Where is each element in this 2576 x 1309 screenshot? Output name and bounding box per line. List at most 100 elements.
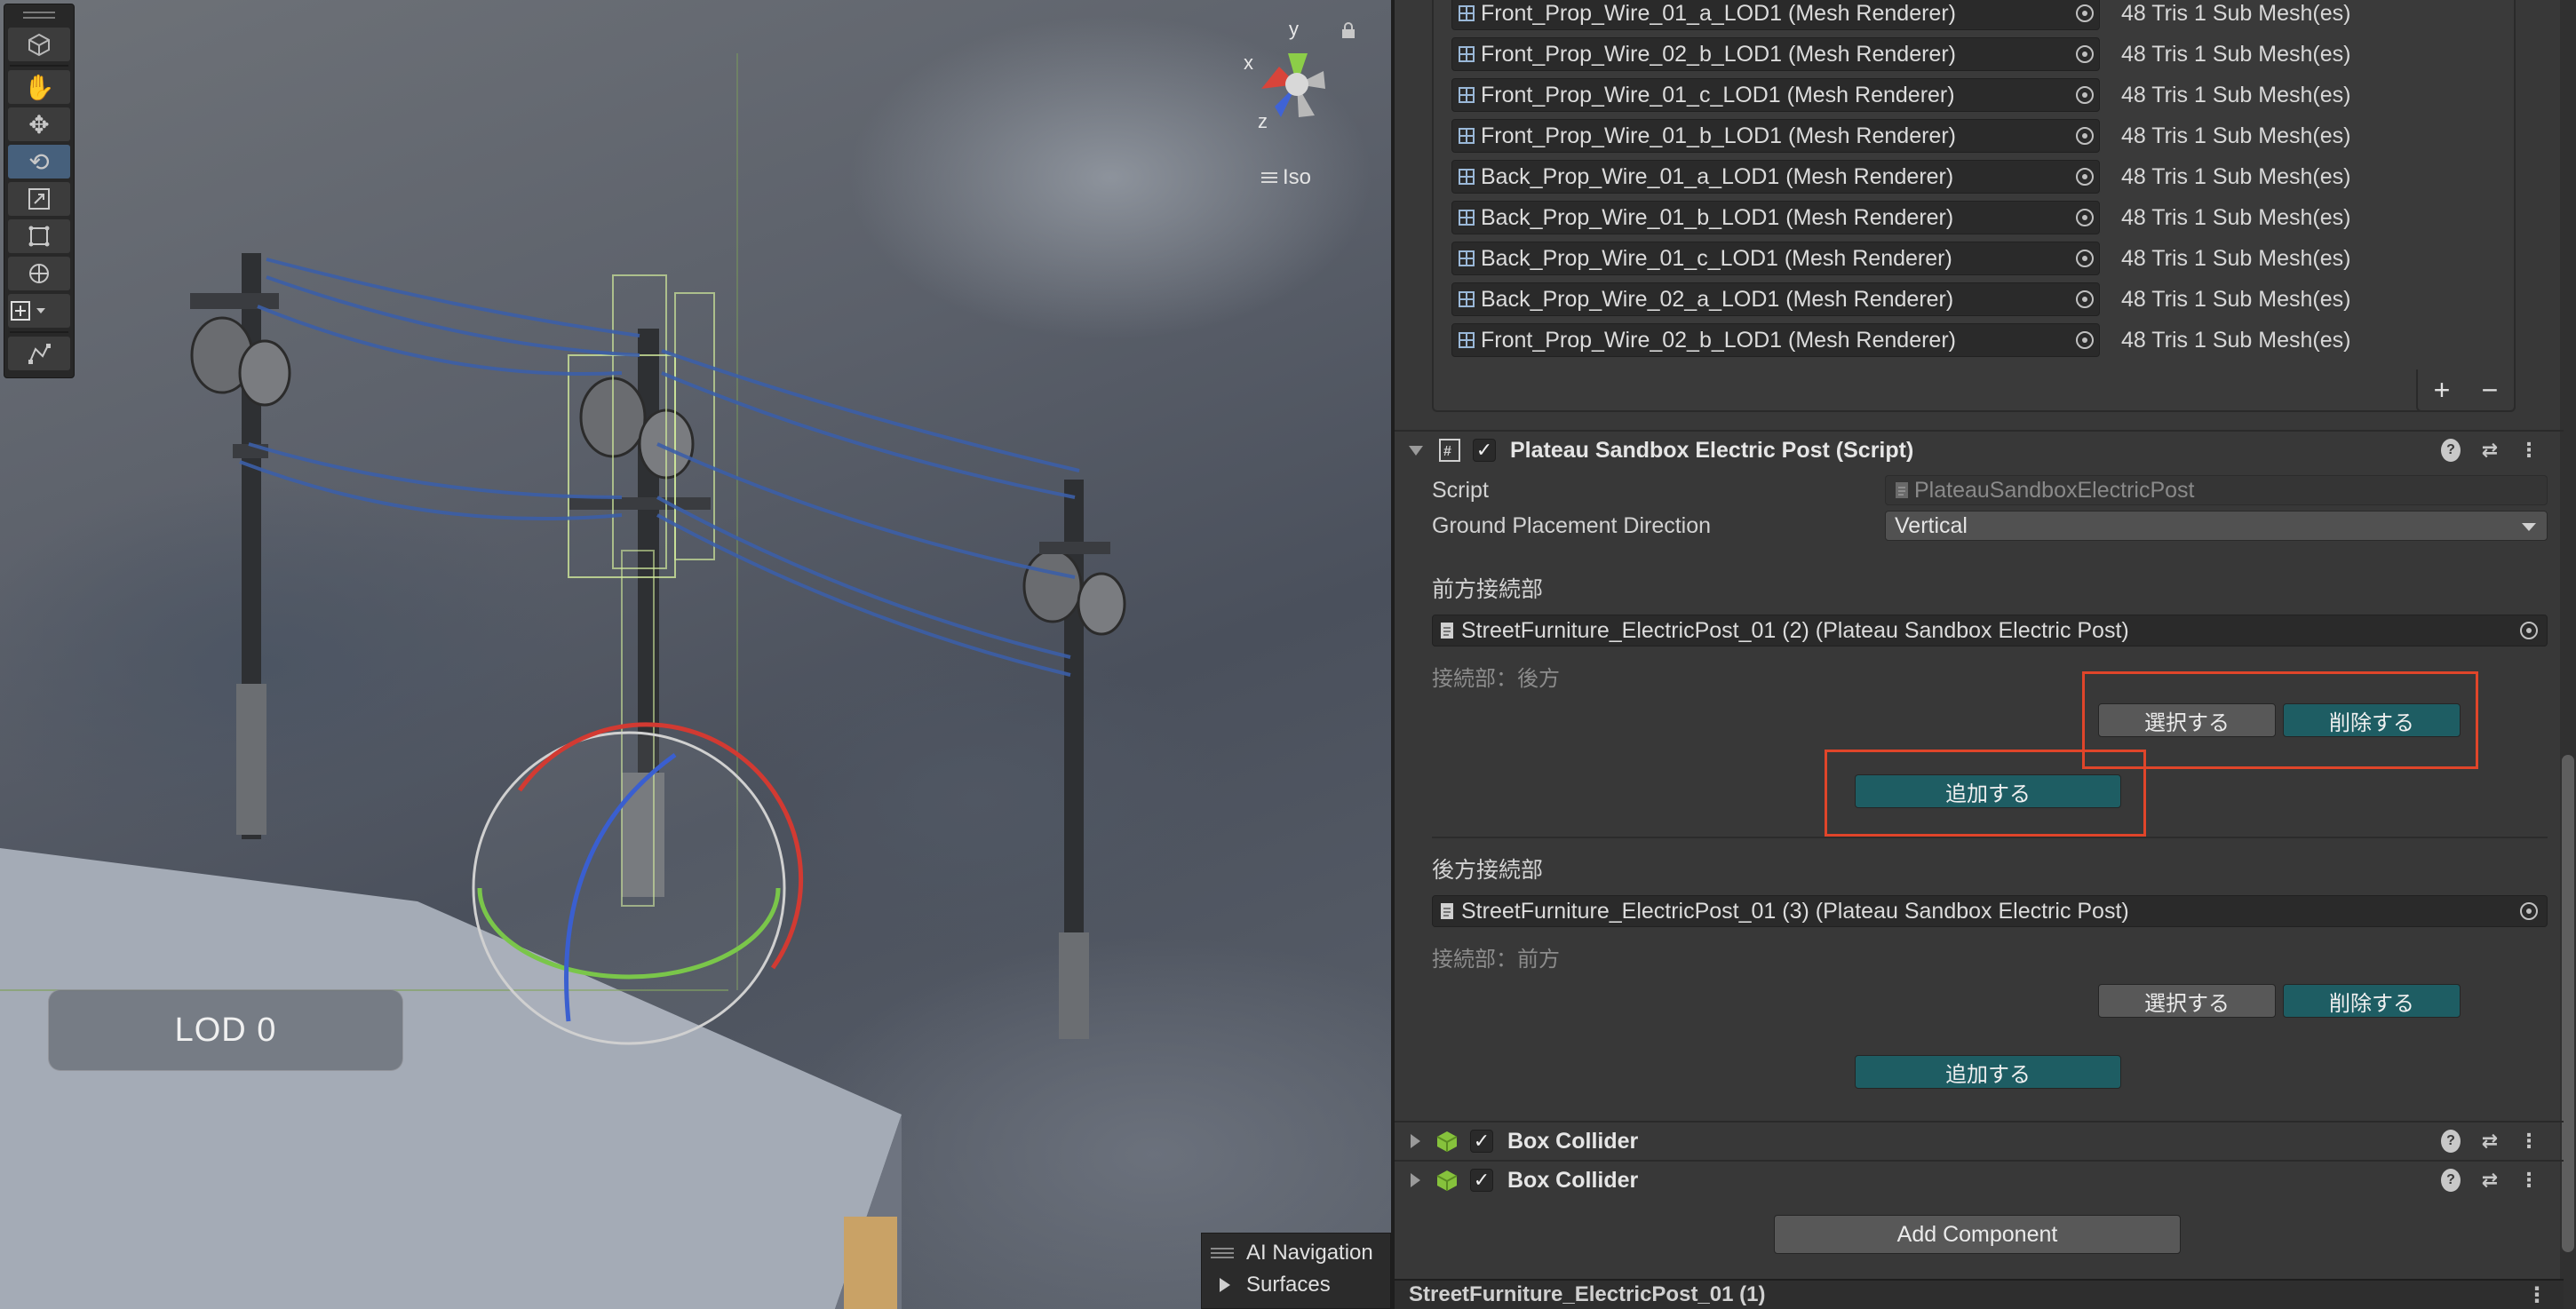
highlight-add bbox=[1825, 750, 2146, 837]
component-title: Box Collider bbox=[1507, 1128, 1639, 1154]
renderer-field[interactable]: Back_Prop_Wire_01_c_LOD1 (Mesh Renderer) bbox=[1451, 242, 2100, 275]
foldout-open-icon[interactable] bbox=[1409, 445, 1423, 456]
renderer-name: Front_Prop_Wire_01_c_LOD1 (Mesh Renderer… bbox=[1481, 82, 1955, 107]
kebab-menu-icon[interactable]: ⋮ bbox=[2519, 1130, 2539, 1153]
list-item[interactable]: Back_Prop_Wire_01_c_LOD1 (Mesh Renderer)… bbox=[1451, 241, 2350, 276]
kebab-menu-icon[interactable]: ⋮ bbox=[2519, 1169, 2539, 1192]
back-delete-button[interactable]: 削除する bbox=[2283, 984, 2461, 1018]
renderer-field[interactable]: Back_Prop_Wire_01_a_LOD1 (Mesh Renderer) bbox=[1451, 160, 2100, 194]
list-item[interactable]: Front_Prop_Wire_01_b_LOD1 (Mesh Renderer… bbox=[1451, 118, 2350, 154]
front-connection-field[interactable]: StreetFurniture_ElectricPost_01 (2) (Pla… bbox=[1432, 615, 2548, 647]
renderer-field[interactable]: Front_Prop_Wire_01_c_LOD1 (Mesh Renderer… bbox=[1451, 78, 2100, 112]
back-select-button[interactable]: 選択する bbox=[2098, 984, 2276, 1018]
remove-item-button[interactable]: − bbox=[2482, 374, 2499, 407]
component-enabled-checkbox[interactable]: ✓ bbox=[1473, 439, 1496, 462]
renderer-field[interactable]: Front_Prop_Wire_01_b_LOD1 (Mesh Renderer… bbox=[1451, 119, 2100, 153]
scene-view[interactable]: ✋ ✥ ⟲ x y z Iso LOD 0 AI Navigation Surf… bbox=[0, 0, 1391, 1309]
view-tool-button[interactable] bbox=[8, 28, 70, 61]
preset-icon[interactable]: ⇄ bbox=[2480, 439, 2500, 462]
list-item[interactable]: Front_Prop_Wire_02_b_LOD1 (Mesh Renderer… bbox=[1451, 36, 2350, 72]
gizmo-x-label: x bbox=[1244, 52, 1253, 74]
renderer-field[interactable]: Front_Prop_Wire_02_b_LOD1 (Mesh Renderer… bbox=[1451, 37, 2100, 71]
add-item-button[interactable]: + bbox=[2434, 374, 2451, 407]
kebab-menu-icon[interactable]: ⋮ bbox=[2519, 439, 2539, 462]
component-header-icons: ? ⇄ ⋮ bbox=[2441, 439, 2539, 462]
renderer-name: Back_Prop_Wire_01_a_LOD1 (Mesh Renderer) bbox=[1481, 163, 1954, 189]
object-picker-icon[interactable] bbox=[2076, 209, 2094, 226]
object-picker-icon[interactable] bbox=[2076, 45, 2094, 63]
cube-icon bbox=[28, 33, 50, 57]
component-enabled-checkbox[interactable]: ✓ bbox=[1470, 1130, 1493, 1153]
foldout-closed-icon[interactable] bbox=[1411, 1134, 1420, 1148]
add-component-button[interactable]: Add Component bbox=[1774, 1215, 2181, 1254]
help-icon[interactable]: ? bbox=[2441, 1169, 2461, 1192]
renderer-name: Front_Prop_Wire_01_b_LOD1 (Mesh Renderer… bbox=[1481, 123, 1956, 148]
object-picker-icon[interactable] bbox=[2076, 127, 2094, 145]
list-item[interactable]: Front_Prop_Wire_01_c_LOD1 (Mesh Renderer… bbox=[1451, 77, 2350, 113]
electric-post-component-header[interactable]: # ✓ Plateau Sandbox Electric Post (Scrip… bbox=[1395, 430, 2564, 469]
component-reference-icon bbox=[1441, 903, 1453, 919]
list-item[interactable]: Back_Prop_Wire_01_a_LOD1 (Mesh Renderer)… bbox=[1451, 159, 2350, 194]
object-picker-icon[interactable] bbox=[2076, 86, 2094, 104]
overlay-surfaces-row[interactable]: Surfaces bbox=[1211, 1269, 1381, 1301]
preset-icon[interactable]: ⇄ bbox=[2480, 1169, 2500, 1192]
script-icon: # bbox=[1437, 438, 1462, 463]
scale-tool-button[interactable] bbox=[8, 182, 70, 216]
box-collider-header-2[interactable]: ✓ Box Collider ? ⇄ ⋮ bbox=[1395, 1160, 2564, 1199]
gizmo-y-label: y bbox=[1289, 18, 1299, 40]
overlay-title-row[interactable]: AI Navigation bbox=[1211, 1237, 1381, 1269]
help-icon[interactable]: ? bbox=[2441, 1130, 2461, 1153]
list-item[interactable]: Back_Prop_Wire_01_b_LOD1 (Mesh Renderer)… bbox=[1451, 200, 2350, 235]
component-enabled-checkbox[interactable]: ✓ bbox=[1470, 1169, 1493, 1192]
mesh-renderer-icon bbox=[1459, 332, 1475, 348]
renderer-name: Back_Prop_Wire_02_a_LOD1 (Mesh Renderer) bbox=[1481, 286, 1954, 312]
lock-icon[interactable] bbox=[1340, 21, 1356, 39]
renderer-field[interactable]: Front_Prop_Wire_01_a_LOD1 (Mesh Renderer… bbox=[1451, 0, 2100, 30]
object-picker-icon[interactable] bbox=[2076, 4, 2094, 22]
object-picker-icon[interactable] bbox=[2076, 168, 2094, 186]
rotate-tool-button[interactable]: ⟲ bbox=[8, 145, 70, 178]
mesh-renderer-icon bbox=[1459, 46, 1475, 62]
scrollbar-thumb[interactable] bbox=[2562, 755, 2574, 1252]
rect-tool-button[interactable] bbox=[8, 219, 70, 253]
kebab-menu-icon[interactable]: ⋮ bbox=[2526, 1282, 2548, 1308]
renderer-field[interactable]: Back_Prop_Wire_01_b_LOD1 (Mesh Renderer) bbox=[1451, 201, 2100, 234]
object-picker-icon[interactable] bbox=[2520, 622, 2538, 639]
transform-tool-button[interactable] bbox=[8, 257, 70, 290]
toolbar-grip[interactable] bbox=[4, 6, 74, 24]
hand-tool-button[interactable]: ✋ bbox=[8, 70, 70, 104]
renderer-name: Front_Prop_Wire_02_b_LOD1 (Mesh Renderer… bbox=[1481, 41, 1956, 67]
ground-placement-dropdown[interactable]: Vertical bbox=[1885, 511, 2548, 541]
preset-icon[interactable]: ⇄ bbox=[2480, 1130, 2500, 1153]
renderer-field[interactable]: Front_Prop_Wire_02_b_LOD1 (Mesh Renderer… bbox=[1451, 323, 2100, 357]
spline-tool-icon bbox=[28, 344, 51, 364]
component-header-icons: ? ⇄ ⋮ bbox=[2441, 1169, 2539, 1192]
object-picker-icon[interactable] bbox=[2076, 250, 2094, 267]
list-item[interactable]: Back_Prop_Wire_02_a_LOD1 (Mesh Renderer)… bbox=[1451, 282, 2350, 317]
add-tool-button[interactable] bbox=[8, 294, 70, 328]
box-collider-header-1[interactable]: ✓ Box Collider ? ⇄ ⋮ bbox=[1395, 1121, 2564, 1160]
move-tool-button[interactable]: ✥ bbox=[8, 107, 70, 141]
back-add-button[interactable]: 追加する bbox=[1855, 1055, 2121, 1089]
renderer-field[interactable]: Back_Prop_Wire_02_a_LOD1 (Mesh Renderer) bbox=[1451, 282, 2100, 316]
list-item[interactable]: Front_Prop_Wire_02_b_LOD1 (Mesh Renderer… bbox=[1451, 322, 2350, 358]
foldout-closed-icon[interactable] bbox=[1411, 1173, 1420, 1187]
box-collider-icon bbox=[1435, 1129, 1459, 1154]
lod-renderer-list: Front_Prop_Wire_01_a_LOD1 (Mesh Renderer… bbox=[1432, 0, 2516, 412]
list-item[interactable]: Front_Prop_Wire_01_a_LOD1 (Mesh Renderer… bbox=[1451, 0, 2350, 31]
back-connection-field[interactable]: StreetFurniture_ElectricPost_01 (3) (Pla… bbox=[1432, 895, 2548, 927]
rotate-icon: ⟲ bbox=[28, 147, 50, 176]
grip-icon bbox=[1211, 1248, 1234, 1258]
object-picker-icon[interactable] bbox=[2076, 290, 2094, 308]
preview-bar[interactable]: StreetFurniture_ElectricPost_01 (1) ⋮ bbox=[1395, 1279, 2564, 1309]
object-picker-icon[interactable] bbox=[2520, 902, 2538, 920]
projection-toggle[interactable]: Iso bbox=[1261, 165, 1311, 190]
move-icon: ✥ bbox=[28, 110, 50, 139]
renderer-name: Front_Prop_Wire_02_b_LOD1 (Mesh Renderer… bbox=[1481, 327, 1956, 353]
help-icon[interactable]: ? bbox=[2441, 439, 2461, 462]
renderer-name: Front_Prop_Wire_01_a_LOD1 (Mesh Renderer… bbox=[1481, 0, 1956, 26]
custom-tool-button[interactable] bbox=[8, 337, 70, 370]
list-footer: + − bbox=[2416, 369, 2516, 412]
object-picker-icon[interactable] bbox=[2076, 331, 2094, 349]
back-connection-side: 接続部：前方 bbox=[1432, 948, 1560, 972]
